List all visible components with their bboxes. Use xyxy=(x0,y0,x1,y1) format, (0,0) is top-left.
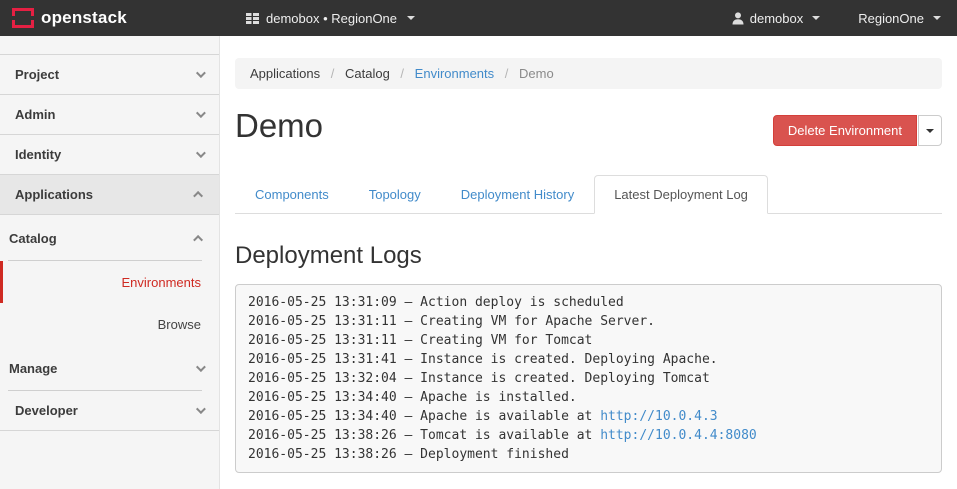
breadcrumb-separator: / xyxy=(505,66,509,81)
sidebar-top-strip xyxy=(0,36,219,55)
top-navbar: openstack demobox • RegionOne xyxy=(0,0,957,36)
log-link[interactable]: http://10.0.4.3 xyxy=(600,409,717,424)
chevron-down-icon xyxy=(196,148,206,158)
sidebar-item-developer[interactable]: Developer xyxy=(0,391,219,431)
navbar-right: demobox RegionOne xyxy=(732,11,957,26)
sidebar-item-label: Catalog xyxy=(9,231,57,246)
chevron-down-icon xyxy=(196,68,206,78)
sidebar-item-label: Identity xyxy=(15,147,61,162)
delete-environment-button-group: Delete Environment xyxy=(773,115,942,146)
sidebar-item-applications[interactable]: Applications xyxy=(0,175,219,215)
caret-down-icon xyxy=(812,16,820,20)
chevron-up-icon xyxy=(193,191,203,201)
caret-down-icon xyxy=(407,16,415,20)
breadcrumb-item-catalog: Catalog xyxy=(345,66,390,81)
sidebar: Project Admin Identity Applications Cata… xyxy=(0,36,220,489)
log-text: 2016-05-25 13:38:26 — Deployment finishe… xyxy=(248,447,569,462)
sidebar-item-identity[interactable]: Identity xyxy=(0,135,219,175)
brand-label: openstack xyxy=(41,8,127,28)
grid-icon xyxy=(246,13,259,24)
log-line: 2016-05-25 13:38:26 — Deployment finishe… xyxy=(248,445,929,464)
tab-bar: Components Topology Deployment History L… xyxy=(235,175,942,214)
user-menu-label: demobox xyxy=(750,11,803,26)
log-link[interactable]: http://10.0.4.4:8080 xyxy=(600,428,757,443)
sidebar-item-manage[interactable]: Manage xyxy=(0,345,219,391)
sidebar-item-project[interactable]: Project xyxy=(0,55,219,95)
sidebar-item-environments[interactable]: Environments xyxy=(0,261,219,303)
deployment-logs-heading: Deployment Logs xyxy=(235,242,942,270)
log-line: 2016-05-25 13:32:04 — Instance is create… xyxy=(248,369,929,388)
sidebar-item-label: Manage xyxy=(9,361,57,376)
tab-deployment-history[interactable]: Deployment History xyxy=(441,175,594,214)
log-text: 2016-05-25 13:38:26 — Tomcat is availabl… xyxy=(248,428,600,443)
sidebar-item-admin[interactable]: Admin xyxy=(0,95,219,135)
project-region-switcher[interactable]: demobox • RegionOne xyxy=(230,11,415,26)
delete-environment-button[interactable]: Delete Environment xyxy=(773,115,917,146)
log-line: 2016-05-25 13:38:26 — Tomcat is availabl… xyxy=(248,426,929,445)
sidebar-item-label: Developer xyxy=(15,403,78,418)
chevron-down-icon xyxy=(196,108,206,118)
region-menu-label: RegionOne xyxy=(858,11,924,26)
log-text: 2016-05-25 13:31:11 — Creating VM for Ap… xyxy=(248,314,655,329)
log-line: 2016-05-25 13:31:09 — Action deploy is s… xyxy=(248,293,929,312)
sidebar-item-catalog[interactable]: Catalog xyxy=(0,215,219,261)
log-text: 2016-05-25 13:31:41 — Instance is create… xyxy=(248,352,718,367)
log-text: 2016-05-25 13:31:09 — Action deploy is s… xyxy=(248,295,624,310)
user-menu[interactable]: demobox xyxy=(732,11,820,26)
main-content: Applications / Catalog / Environments / … xyxy=(220,36,957,489)
breadcrumb-separator: / xyxy=(331,66,335,81)
caret-down-icon xyxy=(926,129,934,133)
openstack-dashboard: openstack demobox • RegionOne xyxy=(0,0,957,489)
tab-topology[interactable]: Topology xyxy=(349,175,441,214)
log-line: 2016-05-25 13:31:11 — Creating VM for To… xyxy=(248,331,929,350)
region-menu[interactable]: RegionOne xyxy=(858,11,941,26)
sidebar-item-label: Environments xyxy=(122,275,201,290)
breadcrumb-item-demo: Demo xyxy=(519,66,554,81)
page-title: Demo xyxy=(235,108,323,144)
delete-dropdown-toggle[interactable] xyxy=(918,115,942,146)
breadcrumb-link-environments[interactable]: Environments xyxy=(415,66,494,81)
log-line: 2016-05-25 13:31:11 — Creating VM for Ap… xyxy=(248,312,929,331)
sidebar-item-browse[interactable]: Browse xyxy=(0,303,219,345)
log-line: 2016-05-25 13:34:40 — Apache is installe… xyxy=(248,388,929,407)
caret-down-icon xyxy=(933,16,941,20)
breadcrumb-separator: / xyxy=(400,66,404,81)
tab-components[interactable]: Components xyxy=(235,175,349,214)
log-text: 2016-05-25 13:34:40 — Apache is installe… xyxy=(248,390,577,405)
openstack-brand[interactable]: openstack xyxy=(0,8,230,28)
chevron-down-icon xyxy=(196,404,206,414)
deployment-log-output: 2016-05-25 13:31:09 — Action deploy is s… xyxy=(235,284,942,473)
sidebar-item-label: Applications xyxy=(15,187,93,202)
log-text: 2016-05-25 13:31:11 — Creating VM for To… xyxy=(248,333,592,348)
openstack-logo-icon xyxy=(12,8,34,28)
tab-latest-deployment-log[interactable]: Latest Deployment Log xyxy=(594,175,768,214)
sidebar-item-label: Browse xyxy=(158,317,201,332)
log-line: 2016-05-25 13:31:41 — Instance is create… xyxy=(248,350,929,369)
sidebar-item-label: Project xyxy=(15,67,59,82)
breadcrumb: Applications / Catalog / Environments / … xyxy=(235,58,942,89)
chevron-down-icon xyxy=(196,362,206,372)
log-text: 2016-05-25 13:34:40 — Apache is availabl… xyxy=(248,409,600,424)
context-label: demobox • RegionOne xyxy=(266,11,397,26)
chevron-up-icon xyxy=(193,234,203,244)
log-line: 2016-05-25 13:34:40 — Apache is availabl… xyxy=(248,407,929,426)
log-text: 2016-05-25 13:32:04 — Instance is create… xyxy=(248,371,710,386)
page-header: Demo Delete Environment xyxy=(235,108,942,146)
sidebar-item-label: Admin xyxy=(15,107,55,122)
breadcrumb-item-applications: Applications xyxy=(250,66,320,81)
user-icon xyxy=(732,12,744,25)
